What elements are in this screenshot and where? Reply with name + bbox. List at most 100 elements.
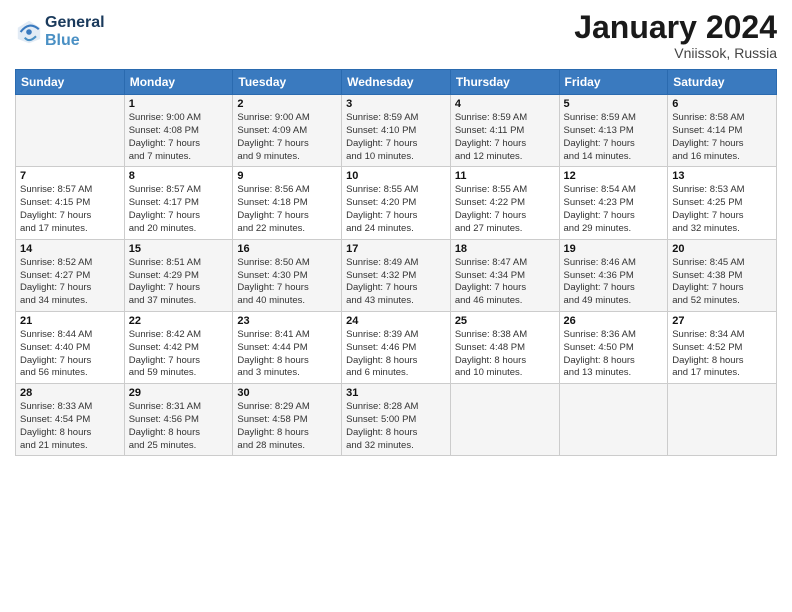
day-info: Sunrise: 8:55 AM Sunset: 4:20 PM Dayligh…: [346, 184, 446, 235]
calendar-week-row: 7 Sunrise: 8:57 AM Sunset: 4:15 PM Daylig…: [16, 167, 777, 239]
calendar-cell: 20 Sunrise: 8:45 AM Sunset: 4:38 PM Dayli…: [668, 239, 777, 311]
day-info: Sunrise: 8:57 AM Sunset: 4:17 PM Dayligh…: [129, 184, 229, 235]
day-info: Sunrise: 9:00 AM Sunset: 4:09 AM Dayligh…: [237, 112, 337, 163]
day-info: Sunrise: 8:47 AM Sunset: 4:34 PM Dayligh…: [455, 257, 555, 308]
calendar-week-row: 14 Sunrise: 8:52 AM Sunset: 4:27 PM Dayli…: [16, 239, 777, 311]
day-number: 23: [237, 315, 337, 327]
calendar-cell: 17 Sunrise: 8:49 AM Sunset: 4:32 PM Dayli…: [342, 239, 451, 311]
subtitle: Vniissok, Russia: [574, 45, 777, 61]
header-friday: Friday: [559, 70, 668, 95]
day-info: Sunrise: 8:46 AM Sunset: 4:36 PM Dayligh…: [564, 257, 664, 308]
day-number: 7: [20, 170, 120, 182]
day-info: Sunrise: 8:36 AM Sunset: 4:50 PM Dayligh…: [564, 329, 664, 380]
calendar-cell: 24Sunrise: 8:39 AM Sunset: 4:46 PM Dayli…: [342, 311, 451, 383]
day-number: 31: [346, 387, 446, 399]
day-number: 6: [672, 98, 772, 110]
calendar-week-row: 1 Sunrise: 9:00 AM Sunset: 4:08 PM Daylig…: [16, 95, 777, 167]
day-info: Sunrise: 8:50 AM Sunset: 4:30 PM Dayligh…: [237, 257, 337, 308]
calendar-week-row: 21 Sunrise: 8:44 AM Sunset: 4:40 PM Dayli…: [16, 311, 777, 383]
calendar-body: 1 Sunrise: 9:00 AM Sunset: 4:08 PM Daylig…: [16, 95, 777, 456]
day-info: Sunrise: 8:33 AM Sunset: 4:54 PM Dayligh…: [20, 401, 120, 452]
day-number: 28: [20, 387, 120, 399]
day-info: Sunrise: 8:45 AM Sunset: 4:38 PM Dayligh…: [672, 257, 772, 308]
day-number: 17: [346, 243, 446, 255]
day-number: 21: [20, 315, 120, 327]
calendar-cell: [559, 384, 668, 456]
calendar-cell: 27 Sunrise: 8:34 AM Sunset: 4:52 PM Dayli…: [668, 311, 777, 383]
day-info: Sunrise: 8:55 AM Sunset: 4:22 PM Dayligh…: [455, 184, 555, 235]
header: General Blue January 2024 Vniissok, Russ…: [15, 10, 777, 61]
calendar-cell: 5Sunrise: 8:59 AM Sunset: 4:13 PM Daylig…: [559, 95, 668, 167]
day-info: Sunrise: 8:29 AM Sunset: 4:58 PM Dayligh…: [237, 401, 337, 452]
calendar-cell: 8 Sunrise: 8:57 AM Sunset: 4:17 PM Daylig…: [124, 167, 233, 239]
calendar-cell: 19 Sunrise: 8:46 AM Sunset: 4:36 PM Dayli…: [559, 239, 668, 311]
header-tuesday: Tuesday: [233, 70, 342, 95]
day-info: Sunrise: 8:31 AM Sunset: 4:56 PM Dayligh…: [129, 401, 229, 452]
day-number: 20: [672, 243, 772, 255]
calendar-cell: 1 Sunrise: 9:00 AM Sunset: 4:08 PM Daylig…: [124, 95, 233, 167]
header-saturday: Saturday: [668, 70, 777, 95]
calendar-cell: 23 Sunrise: 8:41 AM Sunset: 4:44 PM Dayli…: [233, 311, 342, 383]
calendar-table: Sunday Monday Tuesday Wednesday Thursday…: [15, 69, 777, 456]
day-number: 2: [237, 98, 337, 110]
day-number: 27: [672, 315, 772, 327]
day-info: Sunrise: 8:56 AM Sunset: 4:18 PM Dayligh…: [237, 184, 337, 235]
day-info: Sunrise: 8:34 AM Sunset: 4:52 PM Dayligh…: [672, 329, 772, 380]
day-info: Sunrise: 8:51 AM Sunset: 4:29 PM Dayligh…: [129, 257, 229, 308]
day-info: Sunrise: 8:41 AM Sunset: 4:44 PM Dayligh…: [237, 329, 337, 380]
day-number: 15: [129, 243, 229, 255]
calendar-cell: 25Sunrise: 8:38 AM Sunset: 4:48 PM Dayli…: [450, 311, 559, 383]
header-monday: Monday: [124, 70, 233, 95]
day-info: Sunrise: 8:52 AM Sunset: 4:27 PM Dayligh…: [20, 257, 120, 308]
header-wednesday: Wednesday: [342, 70, 451, 95]
calendar-cell: 11 Sunrise: 8:55 AM Sunset: 4:22 PM Dayli…: [450, 167, 559, 239]
calendar-cell: 16 Sunrise: 8:50 AM Sunset: 4:30 PM Dayli…: [233, 239, 342, 311]
calendar-cell: 15 Sunrise: 8:51 AM Sunset: 4:29 PM Dayli…: [124, 239, 233, 311]
day-number: 19: [564, 243, 664, 255]
day-number: 4: [455, 98, 555, 110]
logo: General Blue: [15, 14, 105, 49]
day-number: 3: [346, 98, 446, 110]
calendar-cell: [668, 384, 777, 456]
header-sunday: Sunday: [16, 70, 125, 95]
calendar-cell: [450, 384, 559, 456]
header-thursday: Thursday: [450, 70, 559, 95]
calendar-cell: 12 Sunrise: 8:54 AM Sunset: 4:23 PM Dayli…: [559, 167, 668, 239]
day-info: Sunrise: 8:28 AM Sunset: 5:00 PM Dayligh…: [346, 401, 446, 452]
day-info: Sunrise: 8:57 AM Sunset: 4:15 PM Dayligh…: [20, 184, 120, 235]
day-info: Sunrise: 8:38 AM Sunset: 4:48 PM Dayligh…: [455, 329, 555, 380]
calendar-cell: [16, 95, 125, 167]
calendar-cell: 2 Sunrise: 9:00 AM Sunset: 4:09 AM Daylig…: [233, 95, 342, 167]
calendar-cell: 28 Sunrise: 8:33 AM Sunset: 4:54 PM Dayli…: [16, 384, 125, 456]
day-info: Sunrise: 8:59 AM Sunset: 4:13 PM Dayligh…: [564, 112, 664, 163]
day-info: Sunrise: 9:00 AM Sunset: 4:08 PM Dayligh…: [129, 112, 229, 163]
title-block: January 2024 Vniissok, Russia: [574, 10, 777, 61]
day-number: 8: [129, 170, 229, 182]
logo-icon: [15, 18, 43, 46]
day-number: 10: [346, 170, 446, 182]
day-number: 12: [564, 170, 664, 182]
day-number: 9: [237, 170, 337, 182]
day-info: Sunrise: 8:54 AM Sunset: 4:23 PM Dayligh…: [564, 184, 664, 235]
day-info: Sunrise: 8:49 AM Sunset: 4:32 PM Dayligh…: [346, 257, 446, 308]
main-container: General Blue January 2024 Vniissok, Russ…: [0, 0, 792, 466]
calendar-cell: 29Sunrise: 8:31 AM Sunset: 4:56 PM Dayli…: [124, 384, 233, 456]
calendar-cell: 4 Sunrise: 8:59 AM Sunset: 4:11 PM Daylig…: [450, 95, 559, 167]
day-number: 1: [129, 98, 229, 110]
day-number: 11: [455, 170, 555, 182]
day-info: Sunrise: 8:42 AM Sunset: 4:42 PM Dayligh…: [129, 329, 229, 380]
day-number: 14: [20, 243, 120, 255]
logo-text: General Blue: [45, 14, 105, 49]
day-info: Sunrise: 8:44 AM Sunset: 4:40 PM Dayligh…: [20, 329, 120, 380]
calendar-week-row: 28 Sunrise: 8:33 AM Sunset: 4:54 PM Dayli…: [16, 384, 777, 456]
calendar-cell: 30Sunrise: 8:29 AM Sunset: 4:58 PM Dayli…: [233, 384, 342, 456]
day-info: Sunrise: 8:59 AM Sunset: 4:11 PM Dayligh…: [455, 112, 555, 163]
calendar-cell: 3Sunrise: 8:59 AM Sunset: 4:10 PM Daylig…: [342, 95, 451, 167]
day-number: 16: [237, 243, 337, 255]
weekday-header-row: Sunday Monday Tuesday Wednesday Thursday…: [16, 70, 777, 95]
calendar-cell: 9 Sunrise: 8:56 AM Sunset: 4:18 PM Daylig…: [233, 167, 342, 239]
calendar-cell: 26 Sunrise: 8:36 AM Sunset: 4:50 PM Dayli…: [559, 311, 668, 383]
day-number: 26: [564, 315, 664, 327]
calendar-cell: 18Sunrise: 8:47 AM Sunset: 4:34 PM Dayli…: [450, 239, 559, 311]
calendar-cell: 21 Sunrise: 8:44 AM Sunset: 4:40 PM Dayli…: [16, 311, 125, 383]
